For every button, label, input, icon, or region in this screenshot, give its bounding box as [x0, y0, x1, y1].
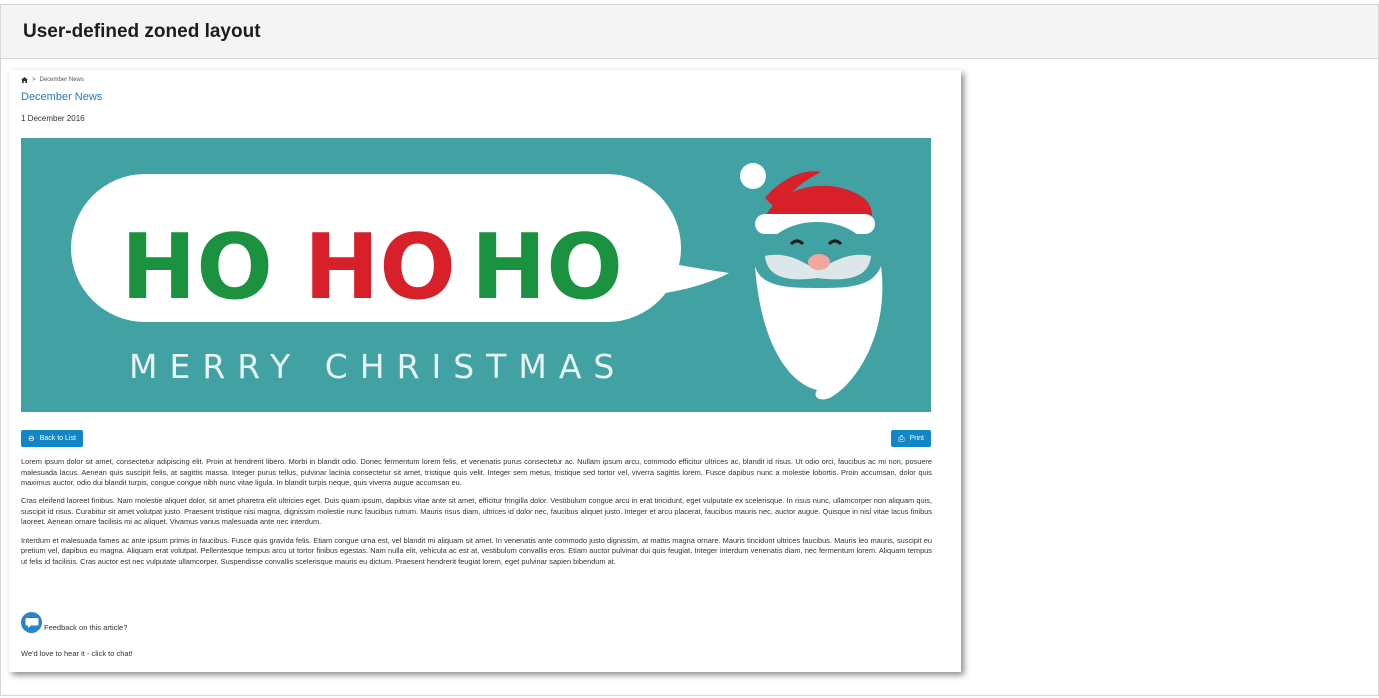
article-paragraph: Lorem ipsum dolor sit amet, consectetur … [21, 457, 932, 488]
print-label: Print [909, 435, 924, 442]
print-button[interactable]: ⎙ Print [891, 430, 931, 447]
christmas-banner-image: HO HO HO MERRY CHRISTMAS [21, 138, 931, 412]
article-body: Lorem ipsum dolor sit amet, consectetur … [21, 457, 932, 575]
article-date: 1 December 2016 [21, 114, 85, 123]
article-paragraph: Interdum et malesuada fames ac ante ipsu… [21, 535, 932, 566]
home-icon[interactable] [21, 77, 28, 83]
breadcrumb-current[interactable]: December News [40, 77, 84, 83]
article-paragraph: Cras eleifend laoreet finibus. Nam moles… [21, 496, 932, 527]
banner-subtitle: MERRY CHRISTMAS [129, 347, 626, 386]
breadcrumb-separator: > [32, 77, 36, 83]
chat-bubble-icon[interactable] [21, 612, 42, 633]
circle-arrow-left-icon: ⊖ [28, 433, 35, 443]
news-article-card: > December News December News 1 December… [9, 70, 961, 672]
printer-icon: ⎙ [898, 433, 905, 443]
chat-link[interactable]: We'd love to hear it - click to chat! [21, 649, 133, 658]
back-to-list-label: Back to List [39, 435, 76, 442]
bubble-word-1: HO [121, 215, 273, 320]
frame-title: User-defined zoned layout [23, 20, 261, 42]
back-to-list-button[interactable]: ⊖ Back to List [21, 430, 83, 447]
feedback-section: Feedback on this article? [21, 612, 127, 633]
article-title: December News [21, 91, 103, 103]
bubble-word-3: HO [471, 215, 623, 320]
banner-illustration: HO HO HO MERRY CHRISTMAS [21, 138, 931, 412]
breadcrumb: > December News [21, 77, 84, 83]
frame-header: User-defined zoned layout [1, 5, 1378, 59]
bubble-word-2: HO [304, 215, 456, 320]
feedback-label: Feedback on this article? [44, 623, 128, 632]
